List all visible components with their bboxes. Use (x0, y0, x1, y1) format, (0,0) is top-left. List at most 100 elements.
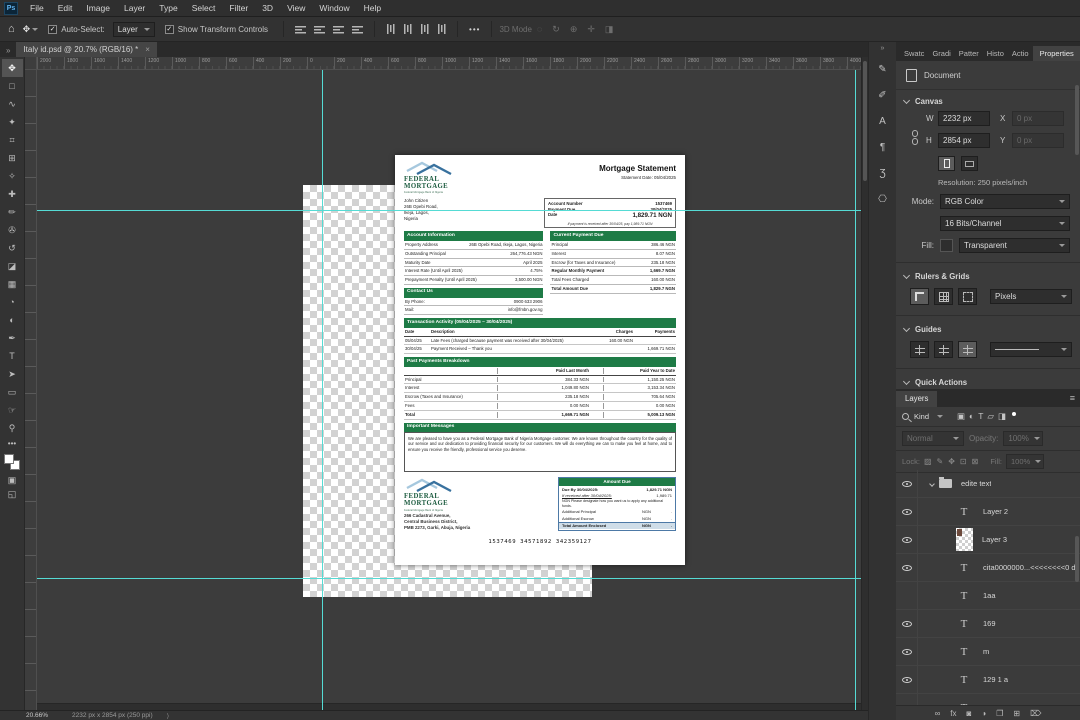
filter-adjustment-layers-icon[interactable]: ◐ (967, 411, 976, 422)
status-arrow-icon[interactable]: ⟩ (167, 712, 170, 720)
fill-dropdown[interactable]: Transparent (959, 238, 1070, 253)
blur-tool[interactable]: ◔ (2, 293, 23, 311)
visibility-toggle[interactable] (896, 610, 918, 637)
quick-actions-section-header[interactable]: Quick Actions (896, 371, 1080, 392)
lock-artboard-icon[interactable]: ⊡ (960, 457, 967, 466)
menu-item[interactable]: Edit (51, 3, 80, 13)
more-options-icon[interactable]: ••• (469, 25, 480, 34)
distribute-vertical-centers-icon[interactable] (386, 24, 396, 34)
ruler-corner[interactable] (25, 57, 37, 70)
menu-item[interactable]: Image (79, 3, 117, 13)
lock-position-icon[interactable]: ✥ (948, 457, 955, 466)
edit-toolbar-icon[interactable]: ••• (8, 439, 16, 448)
frame-tool[interactable]: ⊞ (2, 149, 23, 167)
close-icon[interactable]: × (145, 45, 150, 54)
layer-row[interactable]: T m (896, 638, 1080, 666)
landscape-orientation-button[interactable] (961, 156, 978, 171)
expand-panels-icon[interactable]: » (881, 45, 885, 52)
menu-item[interactable]: 3D (255, 3, 280, 13)
height-field[interactable]: 2854 px (938, 133, 990, 148)
menu-item[interactable]: Type (152, 3, 184, 13)
rectangle-tool[interactable]: ▭ (2, 383, 23, 401)
glyphs-panel-icon[interactable]: Ʒ (872, 162, 894, 184)
new-group-icon[interactable]: ❐ (996, 709, 1003, 718)
horizontal-scrollbar[interactable] (37, 703, 861, 710)
toggle-pixel-grid-button[interactable] (958, 288, 977, 305)
brush-settings-icon[interactable]: ✎ (872, 58, 894, 80)
horizontal-guide[interactable] (37, 210, 861, 211)
lock-transparency-icon[interactable]: ▨ (924, 457, 932, 466)
zoom-tool[interactable]: ⚲ (2, 419, 23, 437)
brushes-icon[interactable]: ✐ (872, 84, 894, 106)
eraser-tool[interactable]: ◪ (2, 257, 23, 275)
visibility-toggle[interactable] (896, 554, 918, 581)
menu-item[interactable]: Select (185, 3, 223, 13)
panel-tab[interactable]: Gradi (928, 46, 954, 61)
guides-section-header[interactable]: Guides (896, 318, 1080, 339)
layer-mask-icon[interactable]: ◙ (967, 709, 972, 718)
lock-all-icon[interactable]: ⊠ (972, 457, 979, 466)
auto-select-target-dropdown[interactable]: Layer (112, 21, 155, 37)
ruler-units-dropdown[interactable]: Pixels (990, 289, 1072, 304)
guide-style-dropdown[interactable] (990, 342, 1072, 357)
distribute-right-edges-icon[interactable] (437, 24, 447, 34)
layer-row[interactable]: Layer 3 (896, 526, 1080, 554)
crop-tool[interactable]: ⌗ (2, 131, 23, 149)
tab-layers[interactable]: Layers (896, 390, 938, 407)
vertical-guide[interactable] (322, 70, 323, 710)
healing-brush-tool[interactable]: ✚ (2, 185, 23, 203)
layer-row[interactable]: T cita0000000...<<<<<<<<0 d (896, 554, 1080, 582)
hand-tool[interactable]: ☞ (2, 401, 23, 419)
new-layer-icon[interactable]: ⊞ (1013, 709, 1020, 718)
visibility-toggle[interactable] (896, 694, 918, 705)
foreground-color-swatch[interactable] (4, 454, 14, 464)
layers-scrollbar[interactable] (1075, 536, 1079, 582)
panel-tab[interactable]: Patter (955, 46, 983, 61)
width-field[interactable]: 2232 px (938, 111, 990, 126)
auto-select-checkbox[interactable]: ✓ Auto-Select: (48, 24, 105, 34)
eyedropper-tool[interactable]: ✧ (2, 167, 23, 185)
history-brush-tool[interactable]: ↺ (2, 239, 23, 257)
scrollbar-thumb[interactable] (863, 61, 867, 181)
clone-stamp-tool[interactable]: ✇ (2, 221, 23, 239)
layer-row[interactable]: T 01.01.1990 (896, 694, 1080, 705)
panel-menu-icon[interactable]: ≡ (1070, 393, 1075, 405)
adjustment-layer-icon[interactable]: ◑ (981, 709, 986, 718)
menu-item[interactable]: Help (357, 3, 388, 13)
layer-row[interactable]: T 169 (896, 610, 1080, 638)
3d-panel-icon[interactable]: ⎔ (872, 188, 894, 210)
distribute-horizontal-centers-icon[interactable] (403, 24, 413, 34)
show-transform-checkbox[interactable]: ✓ Show Transform Controls (164, 24, 268, 34)
color-swatches[interactable] (4, 454, 20, 470)
menu-item[interactable]: File (23, 3, 51, 13)
align-horizontal-centers-icon[interactable] (314, 24, 326, 34)
toggle-grid-button[interactable] (934, 288, 953, 305)
layer-row[interactable]: T Layer 2 (896, 498, 1080, 526)
filter-smart-objects-icon[interactable]: ◨ (996, 411, 1008, 422)
type-tool[interactable]: T (2, 347, 23, 365)
color-mode-dropdown[interactable]: RGB Color (940, 194, 1070, 209)
toggle-guides-button[interactable] (910, 341, 929, 358)
visibility-toggle[interactable] (896, 526, 918, 553)
bit-depth-dropdown[interactable]: 16 Bits/Channel (940, 216, 1070, 231)
edit-guides-button[interactable] (958, 341, 977, 358)
horizontal-guide[interactable] (37, 578, 861, 579)
panel-tab[interactable]: Actio (1008, 46, 1033, 61)
document-tab[interactable]: Italy id.psd @ 20.7% (RGB/16) * × (16, 42, 157, 57)
path-selection-tool[interactable]: ➤ (2, 365, 23, 383)
filter-toggle-icon[interactable] (1011, 411, 1016, 416)
panel-scrollbar[interactable] (1075, 85, 1079, 155)
layer-row-hidden[interactable]: T 1aa (896, 582, 1080, 610)
gradient-tool[interactable]: ▦ (2, 275, 23, 293)
canvas-section-header[interactable]: Canvas (896, 90, 1080, 111)
menu-item[interactable]: Layer (117, 3, 152, 13)
layer-row[interactable]: T 129 1 a (896, 666, 1080, 694)
chevron-down-icon[interactable] (929, 480, 935, 487)
dodge-tool[interactable]: ◐ (2, 311, 23, 329)
character-panel-icon[interactable]: A (872, 110, 894, 132)
pen-tool[interactable]: ✒ (2, 329, 23, 347)
filter-type-layers-icon[interactable]: T (976, 411, 985, 422)
panel-tab[interactable]: Swatc (900, 46, 928, 61)
layer-row-group[interactable]: edite text (896, 470, 1080, 498)
visibility-toggle[interactable] (896, 666, 918, 693)
